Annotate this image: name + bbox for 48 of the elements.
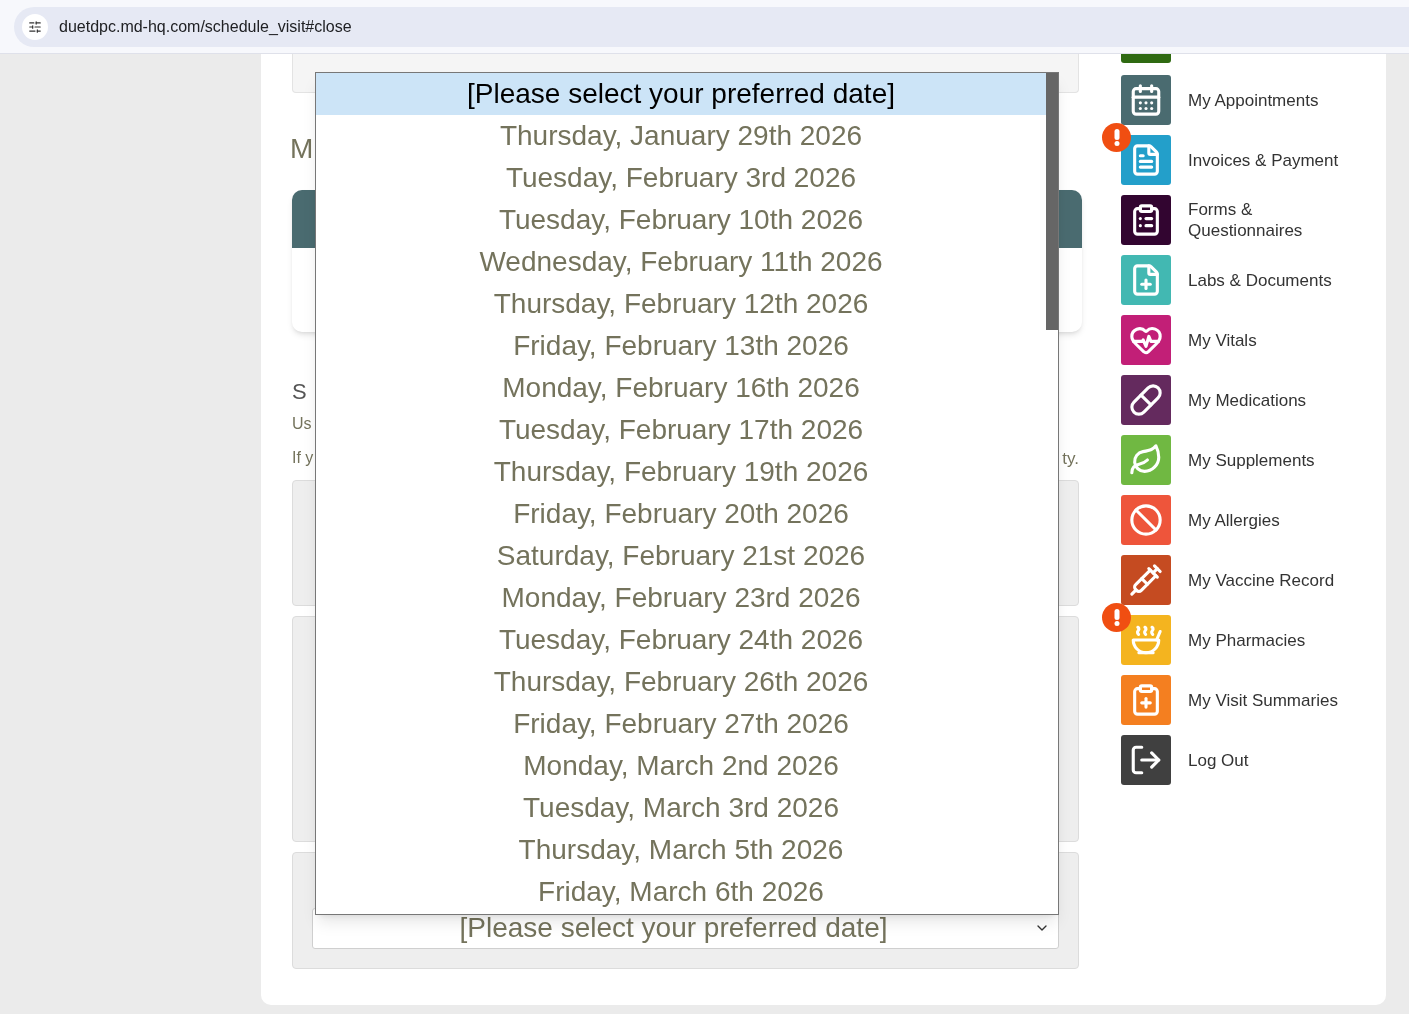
dropdown-option[interactable]: Friday, February 27th 2026 <box>316 703 1046 745</box>
syringe-icon <box>1129 563 1163 597</box>
dropdown-option[interactable]: Thursday, February 12th 2026 <box>316 283 1046 325</box>
dropdown-option[interactable]: Monday, February 16th 2026 <box>316 367 1046 409</box>
bowl-icon <box>1129 623 1163 657</box>
sidebar-item[interactable]: My Vitals <box>1121 315 1348 365</box>
url-text: duetdpc.md-hq.com/schedule_visit#close <box>59 16 352 37</box>
section-title: S <box>292 378 307 406</box>
prohibited-icon <box>1129 503 1163 537</box>
dropdown-option[interactable]: Saturday, February 21st 2026 <box>316 535 1046 577</box>
leaf-icon <box>1129 443 1163 477</box>
sidebar-item[interactable]: Forms & Questionnaires <box>1121 195 1348 245</box>
instruction-text: ty. <box>1062 448 1079 470</box>
sidebar-item[interactable]: My Medications <box>1121 375 1348 425</box>
sidebar-item[interactable]: Invoices & Payment <box>1121 135 1348 185</box>
instruction-text: If y <box>292 448 314 468</box>
dropdown-option[interactable]: Tuesday, February 17th 2026 <box>316 409 1046 451</box>
address-bar[interactable]: duetdpc.md-hq.com/schedule_visit#close <box>14 6 1409 47</box>
scrollbar[interactable] <box>1046 73 1058 914</box>
dropdown-option[interactable]: Thursday, February 26th 2026 <box>316 661 1046 703</box>
dropdown-option[interactable]: Wednesday, February 11th 2026 <box>316 241 1046 283</box>
sidebar-item[interactable]: Labs & Documents <box>1121 255 1348 305</box>
sidebar-item[interactable]: My Supplements <box>1121 435 1348 485</box>
sidebar-item[interactable]: My Allergies <box>1121 495 1348 545</box>
sidebar-item[interactable]: My Vaccine Record <box>1121 555 1348 605</box>
instruction-text: Us <box>292 414 312 434</box>
menu-icon-tile <box>1121 54 1171 63</box>
page-heading: M <box>290 132 314 166</box>
dropdown-option[interactable]: Monday, February 23rd 2026 <box>316 577 1046 619</box>
dropdown-option[interactable]: Thursday, March 5th 2026 <box>316 829 1046 871</box>
dropdown-option[interactable]: Tuesday, March 3rd 2026 <box>316 787 1046 829</box>
dropdown-option[interactable]: Thursday, February 19th 2026 <box>316 451 1046 493</box>
dropdown-option[interactable]: Tuesday, February 3rd 2026 <box>316 157 1046 199</box>
dropdown-option[interactable]: Friday, February 20th 2026 <box>316 493 1046 535</box>
logout-icon <box>1129 743 1163 777</box>
sidebar-item[interactable]: Log Out <box>1121 735 1348 785</box>
sidebar-item[interactable]: My Pharmacies <box>1121 615 1348 665</box>
site-settings-icon[interactable] <box>22 13 48 40</box>
calendar-icon <box>1129 83 1163 117</box>
pill-icon <box>1129 383 1163 417</box>
dropdown-option[interactable]: Tuesday, February 24th 2026 <box>316 619 1046 661</box>
sidebar-item[interactable]: My Visit Summaries <box>1121 675 1348 725</box>
dropdown-option[interactable]: Friday, February 13th 2026 <box>316 325 1046 367</box>
dropdown-option[interactable]: Thursday, January 29th 2026 <box>316 115 1046 157</box>
dropdown-option[interactable]: [Please select your preferred date] <box>316 73 1046 115</box>
sidebar-item[interactable]: My Appointments <box>1121 75 1348 125</box>
dropdown-option[interactable]: Monday, March 2nd 2026 <box>316 745 1046 787</box>
dropdown-option[interactable]: Tuesday, February 10th 2026 <box>316 199 1046 241</box>
